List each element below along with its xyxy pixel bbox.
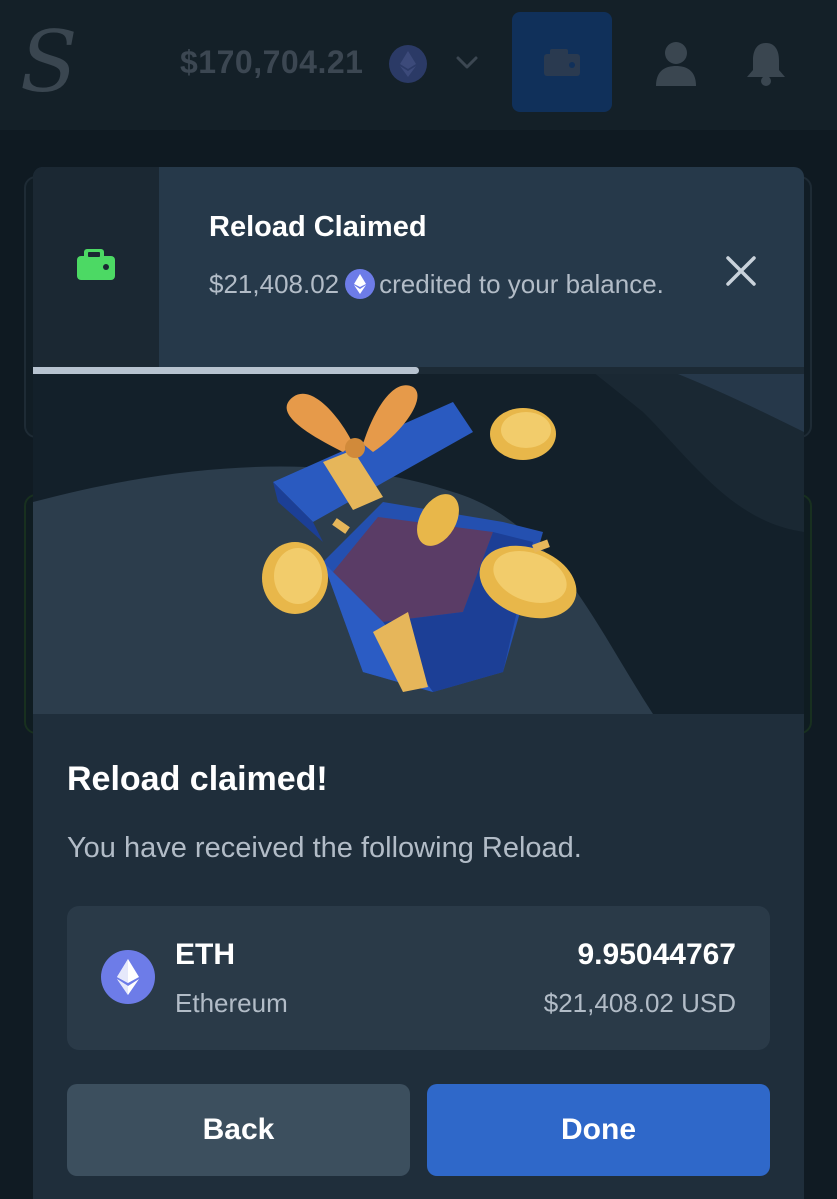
toast-icon-panel bbox=[33, 167, 159, 374]
reload-toast: Reload Claimed $21,408.02 credited to yo… bbox=[33, 167, 804, 374]
coin-amount: 9.95044767 bbox=[577, 938, 737, 971]
wallet-icon bbox=[77, 249, 115, 280]
done-button[interactable]: Done bbox=[427, 1084, 770, 1176]
ethereum-icon bbox=[101, 950, 155, 1004]
bell-icon[interactable] bbox=[744, 40, 788, 86]
user-icon[interactable] bbox=[654, 40, 698, 86]
back-button[interactable]: Back bbox=[67, 1084, 410, 1176]
chevron-down-icon[interactable] bbox=[454, 50, 480, 76]
brand-logo[interactable]: S bbox=[20, 12, 80, 112]
toast-title: Reload Claimed bbox=[209, 211, 427, 243]
close-icon[interactable] bbox=[723, 253, 759, 289]
modal-title: Reload claimed! bbox=[67, 760, 328, 798]
reload-modal: Reload claimed! You have received the fo… bbox=[33, 372, 804, 1199]
top-bar: S $170,704.21 bbox=[0, 0, 837, 130]
gift-illustration bbox=[33, 372, 804, 714]
modal-subtitle: You have received the following Reload. bbox=[67, 832, 582, 864]
coin-usd-value: $21,408.02 USD bbox=[543, 988, 736, 1018]
toast-message: $21,408.02 credited to your balance. bbox=[209, 263, 689, 305]
ethereum-icon bbox=[345, 269, 376, 300]
toast-progress-bar bbox=[33, 367, 419, 374]
toast-progress-track bbox=[33, 367, 804, 374]
ethereum-icon bbox=[389, 45, 427, 83]
balance-amount[interactable]: $170,704.21 bbox=[180, 44, 363, 81]
coin-name: Ethereum bbox=[175, 988, 288, 1018]
coin-symbol: ETH bbox=[175, 938, 235, 971]
wallet-button[interactable] bbox=[512, 12, 612, 112]
toast-amount: $21,408.02 bbox=[209, 269, 340, 299]
toast-message-text: credited to your balance. bbox=[379, 269, 664, 299]
wallet-icon bbox=[544, 49, 580, 76]
reward-card: ETH Ethereum 9.95044767 $21,408.02 USD bbox=[67, 906, 770, 1050]
